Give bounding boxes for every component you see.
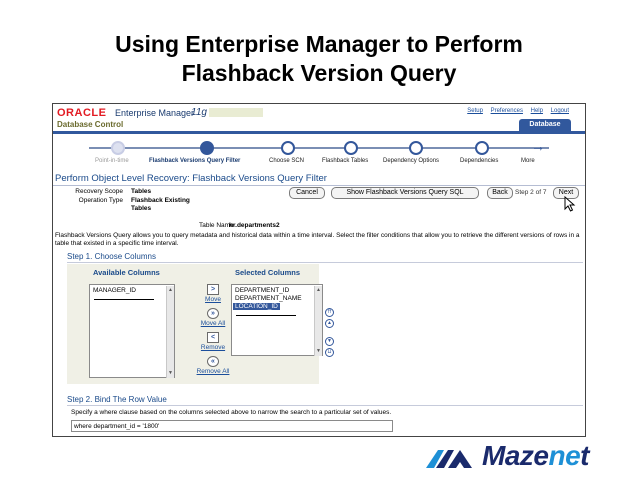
em-screenshot: ORACLE Enterprise Manager 11g Database C… xyxy=(52,103,586,437)
step-indicator: Step 2 of 7 xyxy=(515,189,547,196)
remove-icon[interactable]: < xyxy=(207,332,219,343)
database-control-label: Database Control xyxy=(57,120,124,129)
step1-divider xyxy=(67,262,583,263)
where-clause-input[interactable] xyxy=(71,420,393,432)
header-divider xyxy=(53,131,585,134)
setup-link[interactable]: Setup xyxy=(467,108,483,114)
train-label-dependencies[interactable]: Dependencies xyxy=(460,158,498,164)
available-columns-list[interactable]: MANAGER_ID ▲ ▼ xyxy=(89,284,175,378)
step2-heading: Step 2. Bind The Row Value xyxy=(67,395,167,404)
move-icon[interactable]: > xyxy=(207,284,219,295)
slide-title: Using Enterprise Manager to Perform Flas… xyxy=(0,30,638,88)
recovery-scope-label: Recovery Scope xyxy=(75,188,123,195)
train-label-filter: Flashback Versions Query Filter xyxy=(149,158,241,164)
brand-part-2: ne xyxy=(548,440,581,471)
train-stop-dependency-options[interactable] xyxy=(409,141,423,155)
mazenet-logo: Mazenet xyxy=(426,440,626,471)
brand-part-3: t xyxy=(580,440,589,471)
scroll-down-icon[interactable]: ▼ xyxy=(315,348,322,355)
train-stop-choose-scn[interactable] xyxy=(281,141,295,155)
table-name-value: hr.departments2 xyxy=(229,222,280,229)
train-label-more[interactable]: More xyxy=(521,158,535,164)
help-link[interactable]: Help xyxy=(531,108,543,114)
operation-type-value: Flashback Existing xyxy=(131,197,190,204)
recovery-scope-value: Tables xyxy=(131,188,152,195)
remove-all-link[interactable]: Remove All xyxy=(195,368,231,375)
page-description: Flashback Versions Query allows you to q… xyxy=(55,232,580,247)
remove-all-icon[interactable]: « xyxy=(207,356,219,367)
mazenet-mark-icon xyxy=(426,450,472,468)
operation-type-value-2: Tables xyxy=(131,205,152,212)
selected-columns-label: Selected Columns xyxy=(235,268,301,277)
scroll-up-icon[interactable]: ▲ xyxy=(167,287,174,294)
selected-column-item[interactable]: DEPARTMENT_NAME xyxy=(235,295,302,302)
train-label-flashback-tables[interactable]: Flashback Tables xyxy=(322,158,368,164)
step2-divider xyxy=(67,405,583,406)
product-name: Enterprise Manager xyxy=(115,108,195,118)
operation-type-label: Operation Type xyxy=(78,197,123,204)
slide-title-line-2: Flashback Version Query xyxy=(181,60,457,86)
selected-column-item-highlighted[interactable]: LOCATION_ID xyxy=(233,303,280,310)
slide-title-line-1: Using Enterprise Manager to Perform xyxy=(115,31,523,57)
title-divider xyxy=(53,185,585,186)
step2-instruction: Specify a where clause based on the colu… xyxy=(71,409,392,416)
selected-scrollbar[interactable]: ▲ ▼ xyxy=(314,286,322,356)
logout-link[interactable]: Logout xyxy=(551,108,569,114)
available-columns-label: Available Columns xyxy=(93,268,160,277)
cancel-button[interactable]: Cancel xyxy=(289,187,325,199)
move-down-icon[interactable]: ▼ xyxy=(325,337,334,346)
train-more-icon[interactable]: → xyxy=(531,138,545,154)
move-to-bottom-icon[interactable]: ⇊ xyxy=(325,348,334,357)
global-links: Setup Preferences Help Logout xyxy=(461,108,569,114)
train-stop-dependencies[interactable] xyxy=(475,141,489,155)
move-all-icon[interactable]: » xyxy=(207,308,219,319)
list-separator xyxy=(236,315,296,316)
move-link[interactable]: Move xyxy=(195,296,231,303)
train-stop-point-in-time xyxy=(111,141,125,155)
mouse-cursor-icon xyxy=(564,196,576,212)
move-to-top-icon[interactable]: ⇈ xyxy=(325,308,334,317)
remove-link[interactable]: Remove xyxy=(195,344,231,351)
tab-database[interactable]: Database xyxy=(519,119,571,131)
available-scrollbar[interactable]: ▲ ▼ xyxy=(166,286,174,378)
selected-columns-list[interactable]: DEPARTMENT_ID DEPARTMENT_NAME LOCATION_I… xyxy=(231,284,323,356)
list-separator xyxy=(94,299,154,300)
page-title: Perform Object Level Recovery: Flashback… xyxy=(55,173,327,184)
show-sql-button[interactable]: Show Flashback Versions Query SQL xyxy=(331,187,479,199)
train-label-point-in-time: Point-in-time xyxy=(95,158,129,164)
back-button[interactable]: Back xyxy=(487,187,513,199)
brand-part-1: Maze xyxy=(482,440,549,471)
scroll-up-icon[interactable]: ▲ xyxy=(315,287,322,294)
train-stop-filter xyxy=(200,141,214,155)
product-version: 11g xyxy=(191,107,207,118)
move-all-link[interactable]: Move All xyxy=(195,320,231,327)
step1-heading: Step 1. Choose Columns xyxy=(67,252,156,261)
oracle-logo: ORACLE xyxy=(57,107,107,119)
selected-column-item[interactable]: DEPARTMENT_ID xyxy=(235,287,289,294)
preferences-link[interactable]: Preferences xyxy=(491,108,523,114)
train-stop-flashback-tables[interactable] xyxy=(344,141,358,155)
shuttle-panel: Available Columns Selected Columns MANAG… xyxy=(67,264,323,384)
em-header: ORACLE Enterprise Manager 11g Database C… xyxy=(53,104,585,136)
mazenet-wordmark: Mazenet xyxy=(482,440,589,472)
move-up-icon[interactable]: ▲ xyxy=(325,319,334,328)
scroll-down-icon[interactable]: ▼ xyxy=(167,370,174,377)
train-label-choose-scn[interactable]: Choose SCN xyxy=(269,158,304,164)
redacted-host-box xyxy=(209,108,263,117)
available-column-item[interactable]: MANAGER_ID xyxy=(93,287,136,294)
train-label-dependency-options[interactable]: Dependency Options xyxy=(383,158,439,164)
